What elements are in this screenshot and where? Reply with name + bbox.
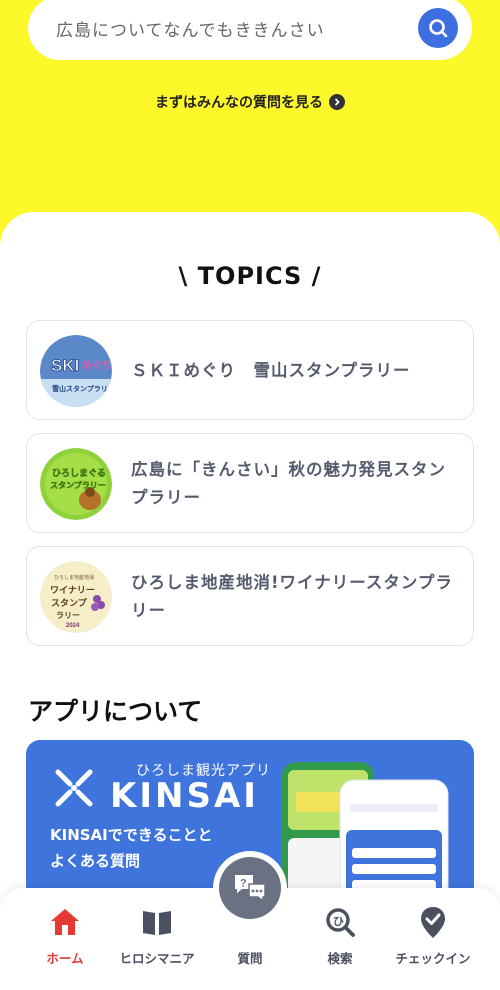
question-fab-button[interactable]: ? [219,857,281,919]
tab-label: ホーム [46,951,84,966]
svg-text:ワイナリー: ワイナリー [50,585,95,596]
tab-checkin[interactable]: チェックイン [388,906,478,967]
svg-text:ラリー: ラリー [56,611,80,620]
about-title: アプリについて [28,697,203,726]
svg-text:スタンプラリー: スタンプラリー [50,480,106,490]
tab-label: 検索 [327,951,353,966]
svg-text:SKI: SKI [51,356,79,375]
topic-thumbnail-autumn: ひろしまぐる スタンプラリー [40,448,112,520]
svg-text:めぐり: めぐり [82,360,112,372]
tab-label: 質問 [237,951,263,966]
see-questions-label: まずはみんなの質問を見る [155,95,323,111]
tab-search[interactable]: ひ 検索 [295,906,385,967]
kinsai-name: KINSAI [110,776,259,816]
tab-label: ヒロシマニア [119,951,195,966]
svg-text:?: ? [240,878,247,890]
svg-text:ひ: ひ [333,915,344,928]
kinsai-description-2: よくある質問 [50,852,141,870]
tab-label: チェックイン [395,951,471,966]
topic-label: ひろしま地産地消!ワイナリースタンプラリー [131,573,453,620]
phone-mockup-image [282,762,449,900]
topic-thumbnail-ski: SKI めぐり 雪山スタンプラリー [40,335,112,407]
svg-text:雪山スタンプラリー: 雪山スタンプラリー [52,384,112,393]
see-questions-link[interactable]: まずはみんなの質問を見る [0,92,500,112]
topic-card-winery[interactable]: ひろしま地産地消 ワイナリー スタンプ ラリー 2024 ひろしま地産地消!ワイ… [26,546,474,646]
topic-card-autumn[interactable]: ひろしまぐる スタンプラリー 広島に「きんさい」秋の魅力発見スタンプラリー [26,433,474,533]
topic-label: ＳＫＩめぐり 雪山スタンプラリー [131,361,411,380]
search-icon [429,19,448,38]
topic-label: 広島に「きんさい」秋の魅力発見スタンプラリー [131,460,446,507]
topic-card-ski[interactable]: SKI めぐり 雪山スタンプラリー ＳＫＩめぐり 雪山スタンプラリー [26,320,474,420]
kinsai-description-1: KINSAIでできることと [50,826,213,844]
search-icon: ひ [326,908,355,937]
question-chat-icon: ? [235,875,266,903]
home-icon [51,909,79,935]
search-input[interactable]: 広島についてなんでもききんさい [28,0,472,60]
book-icon [143,911,171,935]
svg-text:ひろしま地産地消: ひろしま地産地消 [54,574,94,581]
svg-text:スタンプ: スタンプ [51,597,88,609]
search-button[interactable] [418,8,458,48]
topic-thumbnail-winery: ひろしま地産地消 ワイナリー スタンプ ラリー 2024 [40,561,112,633]
svg-text:2024: 2024 [66,623,80,629]
tab-hiroshimania[interactable]: ヒロシマニア [112,906,202,967]
search-placeholder: 広島についてなんでもききんさい [56,20,325,41]
chevron-right-icon [329,94,345,110]
svg-text:ひろしまぐる: ひろしまぐる [52,468,106,479]
tab-home[interactable]: ホーム [20,906,110,967]
checkin-icon [421,907,445,938]
topics-title: \ TOPICS / [178,262,322,290]
kinsai-logo-icon [55,769,93,807]
